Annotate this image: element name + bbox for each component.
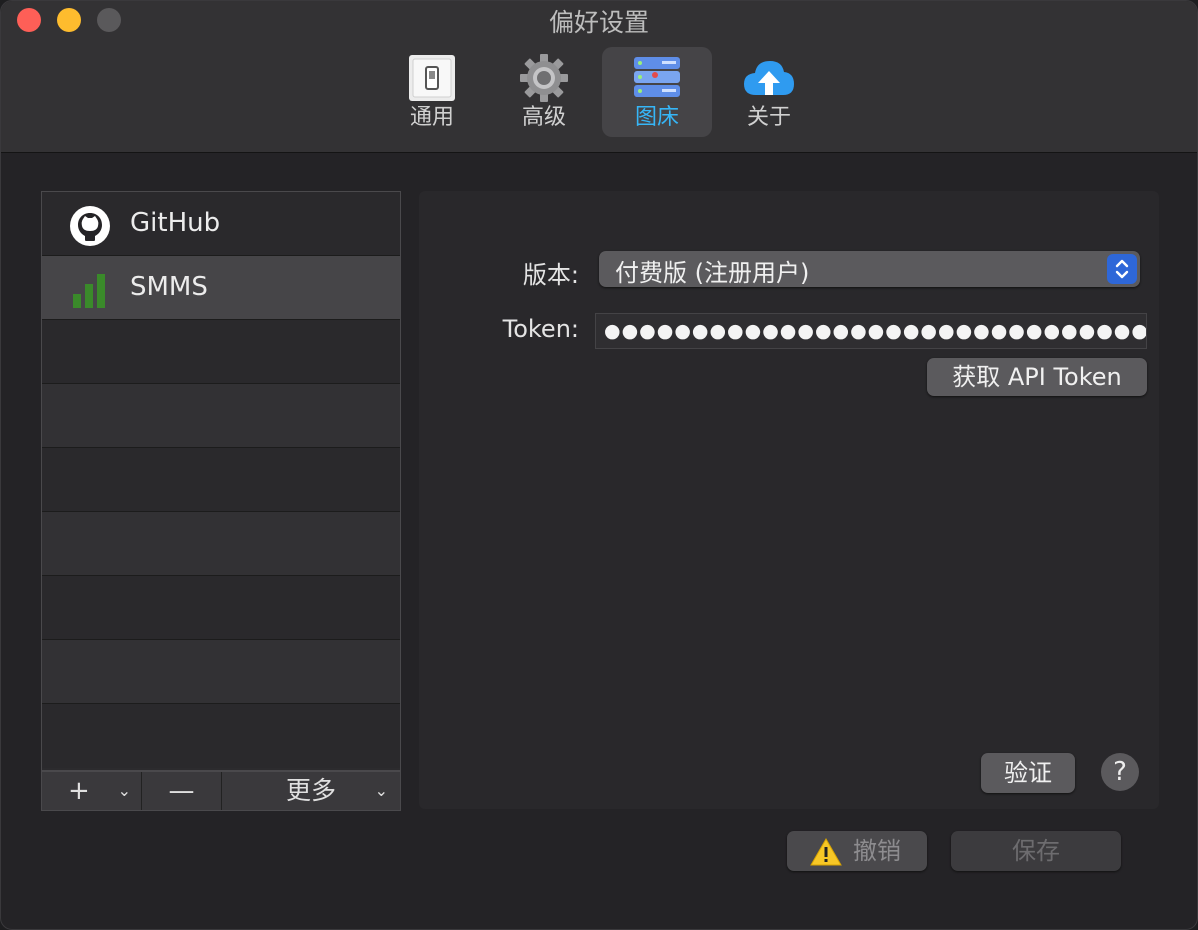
add-button-label: + (68, 776, 90, 806)
list-item-label: GitHub (130, 208, 221, 238)
github-icon (70, 206, 110, 246)
remove-button-label: — (168, 776, 195, 806)
title-bar: 偏好设置 通用 高级 图床 关于 (1, 1, 1197, 153)
chevron-down-icon: ⌄ (374, 781, 388, 800)
list-item-smms[interactable]: SMMS (42, 256, 400, 320)
list-item-empty (42, 448, 400, 512)
list-item-github[interactable]: GitHub (42, 192, 400, 256)
verify-button[interactable]: 验证 (981, 753, 1075, 793)
token-label: Token: (502, 315, 579, 343)
tab-about[interactable]: 关于 (714, 47, 824, 137)
more-button[interactable]: 更多 ⌄ (222, 772, 400, 810)
select-arrows-icon (1107, 254, 1137, 284)
undo-button[interactable]: 撤销 (787, 831, 927, 871)
more-button-label: 更多 (285, 776, 336, 805)
preferences-toolbar: 通用 高级 图床 关于 (1, 47, 1197, 139)
add-button[interactable]: + ⌄ (42, 772, 142, 810)
tab-image-host[interactable]: 图床 (602, 47, 712, 137)
token-field[interactable]: ●●●●●●●●●●●●●●●●●●●●●●●●●●●●●●●● (595, 313, 1147, 349)
server-icon (634, 57, 680, 97)
list-item-empty (42, 576, 400, 640)
undo-button-label: 撤销 (853, 837, 901, 865)
list-item-empty (42, 384, 400, 448)
warning-icon (810, 837, 842, 866)
gear-icon (520, 54, 568, 102)
list-item-empty (42, 704, 400, 768)
cloud-upload-icon (744, 61, 794, 95)
list-item-empty (42, 320, 400, 384)
list-item-empty (42, 512, 400, 576)
preferences-window: 偏好设置 通用 高级 图床 关于 GitHub SMMS + ⌄ — 更多 ⌄ … (0, 0, 1198, 930)
tab-general[interactable]: 通用 (377, 47, 487, 137)
tab-general-label: 通用 (409, 105, 454, 130)
image-host-list[interactable]: GitHub SMMS (41, 191, 401, 771)
settings-panel: 版本: 付费版 (注册用户) Token: ●●●●●●●●●●●●●●●●●●… (419, 191, 1159, 809)
list-item-label: SMMS (130, 272, 208, 302)
version-select-value: 付费版 (注册用户) (615, 259, 810, 287)
version-select[interactable]: 付费版 (注册用户) (599, 251, 1140, 287)
help-button[interactable]: ? (1101, 753, 1139, 791)
signal-bars-icon (73, 274, 105, 308)
list-item-empty (42, 640, 400, 704)
list-footer: + ⌄ — 更多 ⌄ (41, 771, 401, 811)
version-label: 版本: (522, 261, 579, 289)
window-title: 偏好设置 (548, 8, 649, 37)
tab-advanced[interactable]: 高级 (489, 47, 599, 137)
get-api-token-button[interactable]: 获取 API Token (927, 358, 1147, 396)
remove-button[interactable]: — (142, 772, 222, 810)
chevron-down-icon: ⌄ (117, 781, 131, 800)
content-area: GitHub SMMS + ⌄ — 更多 ⌄ 版本: 付费版 (注册用户) To… (1, 153, 1197, 929)
tab-advanced-label: 高级 (521, 105, 566, 130)
save-button[interactable]: 保存 (951, 831, 1121, 871)
switch-icon (409, 55, 455, 101)
tab-about-label: 关于 (746, 105, 791, 130)
tab-image-host-label: 图床 (634, 105, 679, 130)
